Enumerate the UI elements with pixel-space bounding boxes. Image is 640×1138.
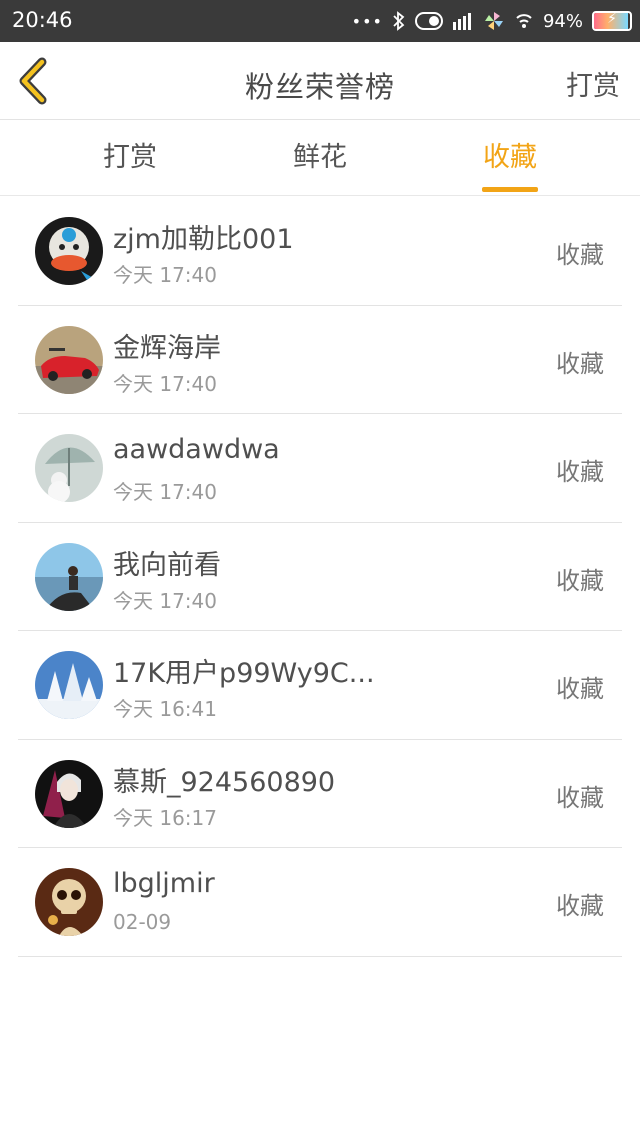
snowy-trees-avatar[interactable] bbox=[35, 651, 103, 719]
status-bar: 20:46 ••• 94% ⚡ bbox=[0, 0, 640, 42]
monkey-avatar[interactable] bbox=[35, 217, 103, 285]
red-car-avatar[interactable] bbox=[35, 325, 103, 394]
fan-time: 今天 17:40 bbox=[113, 588, 217, 613]
toggle-icon bbox=[414, 12, 443, 30]
fan-time: 今天 17:40 bbox=[113, 371, 217, 396]
list-item[interactable]: zjm加勒比001 今天 17:40 收藏 bbox=[18, 197, 622, 306]
person-sea-avatar[interactable] bbox=[35, 542, 103, 611]
fan-time: 今天 17:40 bbox=[113, 480, 217, 504]
fan-name: 慕斯_924560890 bbox=[113, 766, 336, 798]
anime-boy-avatar[interactable] bbox=[35, 759, 103, 828]
wifi-icon bbox=[514, 11, 534, 31]
list-item[interactable]: 慕斯_924560890 今天 16:17 收藏 bbox=[18, 740, 622, 848]
fan-action: 收藏 bbox=[556, 566, 604, 595]
fan-action: 收藏 bbox=[556, 675, 604, 703]
page-title: 粉丝荣誉榜 bbox=[244, 70, 395, 104]
status-icons: ••• 94% ⚡ bbox=[352, 6, 632, 36]
fan-name: aawdawdwa bbox=[113, 434, 280, 465]
fan-name: 17K用户p99Wy9C... bbox=[113, 658, 375, 689]
battery-icon: ⚡ bbox=[592, 11, 632, 31]
fan-time: 今天 17:40 bbox=[113, 263, 217, 287]
fan-name: 金辉海岸 bbox=[113, 332, 221, 364]
active-tab-indicator bbox=[482, 187, 538, 192]
reward-button[interactable]: 打赏 bbox=[566, 64, 620, 103]
fan-time: 今天 16:17 bbox=[113, 805, 217, 830]
battery-percent: 94% bbox=[542, 10, 583, 32]
fan-action: 收藏 bbox=[556, 241, 604, 269]
list-item[interactable]: 金辉海岸 今天 17:40 收藏 bbox=[18, 306, 622, 414]
fan-action: 收藏 bbox=[556, 458, 604, 486]
status-time: 20:46 bbox=[12, 8, 73, 32]
pinwheel-icon bbox=[483, 10, 505, 32]
fan-action: 收藏 bbox=[556, 892, 604, 920]
fan-name: lbgljmir bbox=[113, 868, 215, 899]
tab-label: 收藏 bbox=[483, 142, 537, 173]
tab-favorites[interactable]: 收藏 bbox=[450, 120, 570, 196]
tab-reward[interactable]: 打赏 bbox=[70, 120, 190, 196]
app-header: 粉丝荣誉榜 打赏 bbox=[0, 42, 640, 120]
list-item[interactable]: aawdawdwa 今天 17:40 收藏 bbox=[18, 414, 622, 523]
list-item[interactable]: lbgljmir 02-09 收藏 bbox=[18, 848, 622, 957]
fan-name: zjm加勒比001 bbox=[113, 224, 294, 255]
tab-flowers[interactable]: 鲜花 bbox=[260, 120, 380, 196]
fan-action: 收藏 bbox=[556, 349, 604, 378]
bluetooth-icon bbox=[392, 11, 406, 31]
more-dots-icon: ••• bbox=[351, 11, 383, 31]
fan-time: 今天 16:41 bbox=[113, 697, 217, 721]
fan-action: 收藏 bbox=[556, 783, 604, 812]
signal-icon bbox=[452, 12, 474, 30]
tab-bar: 打赏 鲜花 收藏 bbox=[0, 120, 640, 196]
fan-time: 02-09 bbox=[113, 910, 172, 934]
fan-list: zjm加勒比001 今天 17:40 收藏 金辉海岸 今天 17:40 收藏 a… bbox=[18, 197, 622, 957]
list-item[interactable]: 我向前看 今天 17:40 收藏 bbox=[18, 523, 622, 631]
tab-label: 鲜花 bbox=[293, 142, 347, 173]
snowman-umbrella-avatar[interactable] bbox=[35, 434, 103, 502]
fan-name: 我向前看 bbox=[113, 549, 221, 581]
skull-avatar[interactable] bbox=[35, 868, 103, 936]
tab-label: 打赏 bbox=[103, 142, 157, 173]
list-item[interactable]: 17K用户p99Wy9C... 今天 16:41 收藏 bbox=[18, 631, 622, 740]
